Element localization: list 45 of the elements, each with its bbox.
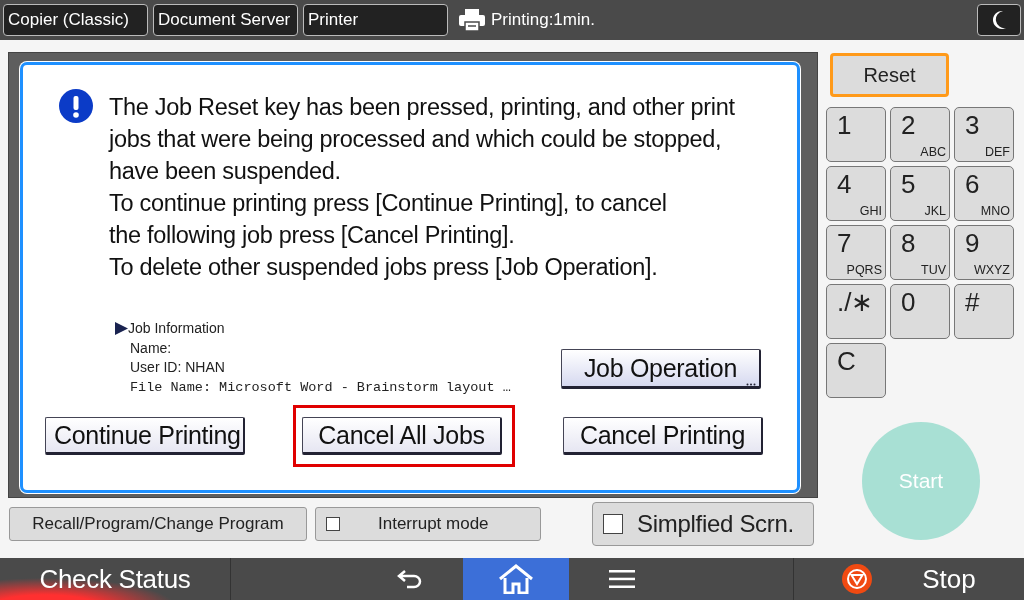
keypad-key[interactable]: C <box>826 343 886 398</box>
job-info-title: Job Information <box>128 319 225 338</box>
interrupt-mode-toggle[interactable]: Interrupt mode <box>315 507 541 541</box>
printer-icon <box>459 9 485 31</box>
checkbox[interactable] <box>603 514 623 534</box>
keypad-key[interactable]: 6 MNO <box>954 166 1014 221</box>
job-info-line: User ID: NHAN <box>129 358 226 377</box>
moon-icon <box>991 10 1007 30</box>
reset-button[interactable]: Reset <box>830 53 949 97</box>
home-icon <box>498 564 534 594</box>
dialog-button[interactable]: Continue Printing <box>45 417 245 455</box>
job-info-line: Name: <box>129 338 173 358</box>
job-info-line: File Name: Microsoft Word - Brainstorm layout … <box>129 378 511 397</box>
menu-icon <box>609 569 635 589</box>
nav-button[interactable] <box>463 558 569 600</box>
keypad-key[interactable]: 0 <box>890 284 950 339</box>
printing-status: Printing:1min. <box>491 10 595 30</box>
keypad-key[interactable]: # <box>954 284 1014 339</box>
energy-saver-button[interactable] <box>977 4 1021 36</box>
recall-program-button[interactable]: Recall/Program/Change Program <box>9 507 307 541</box>
dialog-message: The Job Reset key has been pressed, printing, and other print jobs that were being processed and which could be stopped, have been suspended. To continue printing press [Continue Printing], to cancel the following job press [Cancel Printing]. To delete other suspended jobs press [Job Operation]. <box>109 93 735 282</box>
dialog-button[interactable]: Cancel Printing <box>563 417 763 455</box>
keypad-key[interactable]: 1 <box>826 107 886 162</box>
check-status-button[interactable]: Check Status <box>0 558 231 600</box>
dialog-button[interactable]: Cancel All Jobs <box>302 417 502 455</box>
simplified-screen-toggle[interactable]: Simplfied Scrn. <box>592 502 814 546</box>
keypad-key[interactable]: 4 GHI <box>826 166 886 221</box>
alert-icon <box>59 89 93 123</box>
stop-button[interactable]: Stop <box>793 558 1024 600</box>
mode-tab[interactable]: Document Server <box>153 4 298 36</box>
keypad-key[interactable]: 2 ABC <box>890 107 950 162</box>
job-operation-button[interactable]: Job Operation <box>561 349 761 389</box>
mode-tab[interactable]: Copier (Classic) <box>3 4 148 36</box>
mode-tab[interactable]: Printer <box>303 4 448 36</box>
more-icon <box>746 383 756 386</box>
stop-icon <box>842 564 873 594</box>
keypad-key[interactable]: 5 JKL <box>890 166 950 221</box>
keypad-key[interactable]: ./∗ <box>826 284 886 339</box>
keypad-key[interactable]: 9 WXYZ <box>954 225 1014 280</box>
checkbox[interactable] <box>326 517 340 531</box>
triangle-icon <box>115 322 128 336</box>
keypad-key[interactable]: 8 TUV <box>890 225 950 280</box>
keypad-key[interactable]: 7 PQRS <box>826 225 886 280</box>
keypad-key[interactable]: 3 DEF <box>954 107 1014 162</box>
back-arrow-icon <box>397 569 423 589</box>
